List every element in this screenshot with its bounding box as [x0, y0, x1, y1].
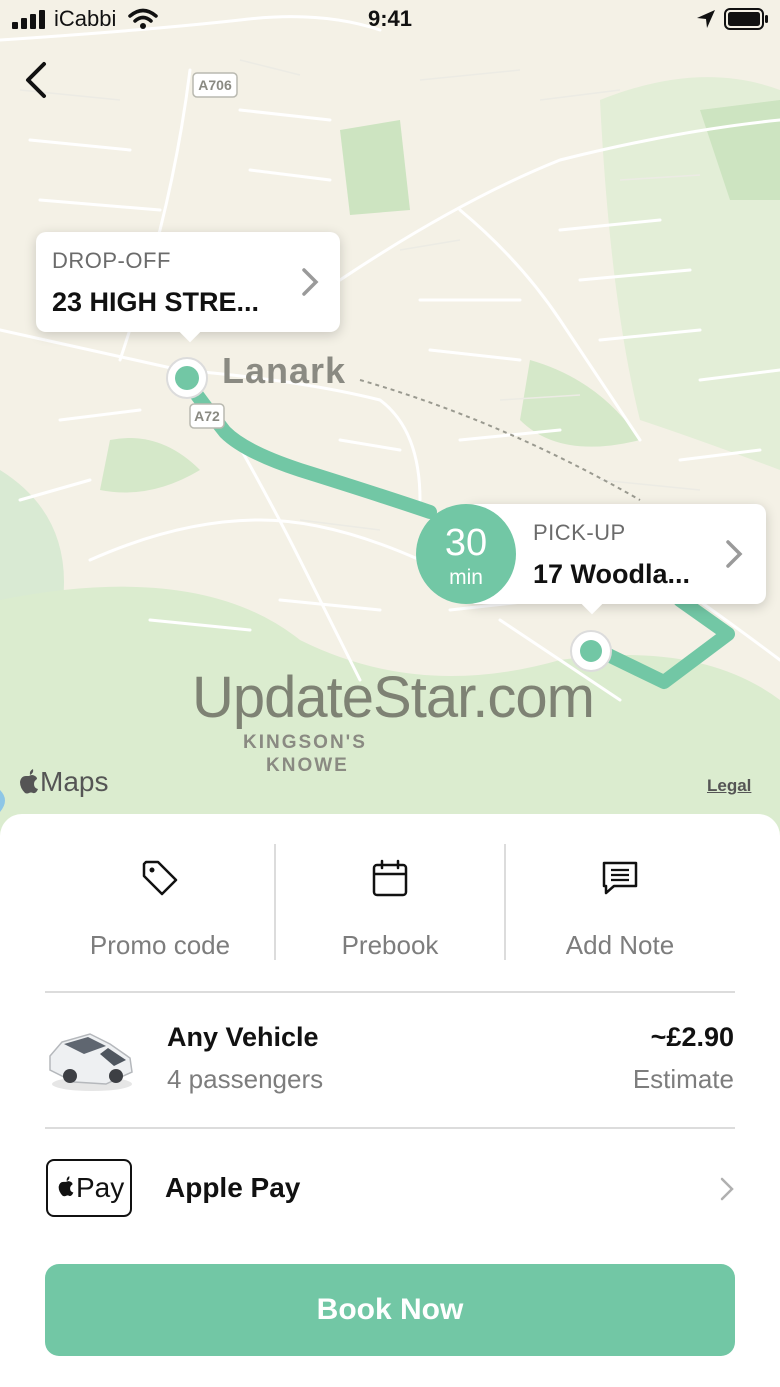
chevron-right-icon [302, 268, 319, 296]
chevron-right-icon [720, 1177, 734, 1201]
promo-code-label: Promo code [89, 930, 231, 960]
maps-brand-label: Maps [40, 766, 109, 797]
note-icon [602, 861, 638, 895]
pick-up-label: PICK-UP [533, 520, 626, 545]
battery-icon [724, 8, 768, 30]
back-arrow-icon[interactable] [18, 56, 62, 104]
status-bar: iCabbi 9:41 [0, 0, 780, 40]
legal-link[interactable]: Legal [707, 776, 751, 796]
book-now-button[interactable]: Book Now [45, 1264, 735, 1356]
road-label-a706: A706 [198, 77, 232, 93]
eta-unit: min [449, 566, 483, 589]
payment-method-row[interactable]: Pay Apple Pay [0, 1130, 780, 1250]
add-note-button[interactable]: Add Note [505, 844, 735, 964]
pick-up-address: 17 Woodla... [533, 559, 691, 589]
maps-brand: Maps [18, 766, 108, 798]
prebook-label: Prebook [341, 930, 439, 960]
apple-logo-icon [20, 769, 38, 794]
drop-off-address: 23 HIGH STRE... [52, 287, 260, 317]
payment-method-name: Apple Pay [165, 1172, 301, 1203]
add-note-label: Add Note [565, 930, 675, 960]
drop-off-callout[interactable]: DROP-OFF 23 HIGH STRE... [36, 232, 340, 343]
eta-badge: 30 min [416, 504, 516, 604]
apple-logo-icon [58, 1176, 74, 1197]
road-label-a72: A72 [194, 408, 220, 424]
vehicle-name: Any Vehicle [167, 1022, 319, 1052]
apple-pay-badge-text: Pay [76, 1172, 125, 1203]
promo-code-button[interactable]: Promo code [45, 844, 275, 964]
district-label-line1: KINGSON'S [243, 732, 367, 753]
apple-pay-badge: Pay [46, 1159, 132, 1217]
divider [45, 991, 735, 993]
calendar-icon [372, 859, 408, 897]
divider [45, 1127, 735, 1129]
district-label-line2: KNOWE [266, 755, 349, 776]
vehicle-passengers: 4 passengers [167, 1064, 324, 1094]
status-time: 9:41 [367, 6, 413, 31]
map-view[interactable]: A706 A72 Lanark KINGSON'S KNOWE UpdateSt… [0, 0, 780, 840]
price: ~£2.90 [650, 1022, 734, 1052]
location-arrow-icon [697, 10, 715, 28]
chevron-right-icon [726, 540, 743, 568]
drop-off-label: DROP-OFF [52, 248, 171, 273]
prebook-button[interactable]: Prebook [275, 844, 505, 964]
price-estimate-label: Estimate [632, 1064, 734, 1094]
booking-sheet: Promo code Prebook Add Note Any Vehicle … [0, 814, 780, 1387]
eta-value: 30 [444, 522, 488, 564]
place-label: Lanark [222, 350, 347, 391]
tag-icon [142, 860, 178, 896]
watermark: UpdateStar.com [192, 665, 595, 730]
car-icon [49, 1033, 133, 1091]
vehicle-row[interactable]: Any Vehicle 4 passengers ~£2.90 Estimate [0, 994, 780, 1124]
